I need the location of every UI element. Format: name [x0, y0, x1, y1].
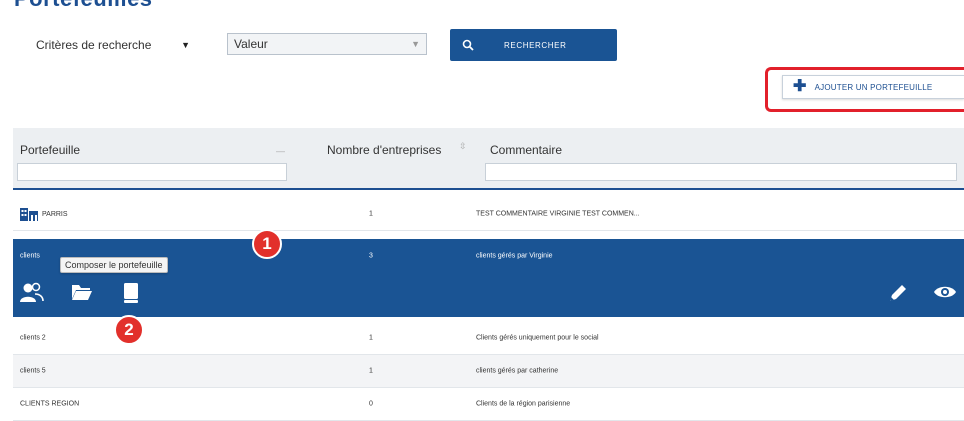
row-comment: clients gérés par catherine: [476, 367, 559, 375]
header-divider: [13, 188, 964, 190]
page-title: Portefeuilles: [14, 0, 153, 12]
table-row[interactable]: PARRIS 1 TEST COMMENTAIRE VIRGINIE TEST …: [13, 198, 964, 231]
sort-icon[interactable]: —: [276, 146, 285, 156]
row-count: 0: [369, 400, 373, 408]
row-count: 1: [369, 210, 373, 218]
row-count: 1: [369, 367, 373, 375]
folder-icon[interactable]: [71, 282, 93, 302]
step-marker-1: 1: [252, 229, 282, 259]
tooltip: Composer le portefeuille: [60, 257, 168, 273]
add-portfolio-button[interactable]: ✚ AJOUTER UN PORTEFEUILLE: [782, 75, 964, 99]
search-criteria-select[interactable]: Critères de recherche ▼: [36, 34, 194, 56]
column-header-portefeuille[interactable]: Portefeuille: [20, 143, 80, 157]
row-name: clients 5: [20, 367, 46, 375]
filter-commentaire-input[interactable]: [485, 163, 957, 181]
table-row[interactable]: clients 2 1 Clients gérés uniquement pou…: [13, 322, 964, 355]
building-icon: [20, 208, 38, 221]
row-name: CLIENTS REGION: [20, 400, 80, 408]
row-actions-bar: [13, 272, 964, 317]
eye-icon[interactable]: [933, 284, 957, 300]
search-icon: [462, 39, 474, 51]
row-comment: Clients gérés uniquement pour le social: [476, 334, 599, 342]
search-button-label: RECHERCHER: [504, 40, 567, 50]
search-value-select[interactable]: Valeur ▼: [227, 33, 427, 55]
search-value-label: Valeur: [234, 37, 268, 51]
add-portfolio-label: AJOUTER UN PORTEFEUILLE: [814, 82, 933, 92]
row-comment: Clients de la région parisienne: [476, 400, 571, 408]
book-icon[interactable]: [122, 282, 140, 304]
filter-portefeuille-input[interactable]: [17, 163, 287, 181]
table-row[interactable]: clients 5 1 clients gérés par catherine: [13, 355, 964, 388]
row-name: PARRIS: [42, 210, 68, 218]
row-name: clients: [20, 252, 40, 259]
row-count: 1: [369, 334, 373, 342]
row-count: 3: [369, 252, 373, 259]
column-header-nombre[interactable]: Nombre d'entreprises: [327, 143, 441, 157]
row-comment: TEST COMMENTAIRE VIRGINIE TEST COMMEN...: [476, 210, 640, 218]
plus-icon: ✚: [793, 78, 807, 95]
sort-arrows-icon[interactable]: ⇳: [459, 141, 467, 152]
row-comment: clients gérés par Virginie: [476, 252, 553, 259]
caret-down-icon: ▼: [181, 40, 190, 50]
search-criteria-label: Critères de recherche: [36, 38, 152, 52]
users-icon[interactable]: [19, 282, 45, 304]
pencil-icon[interactable]: [888, 282, 908, 304]
column-header-commentaire[interactable]: Commentaire: [490, 143, 562, 157]
row-name: clients 2: [20, 334, 46, 342]
search-button[interactable]: RECHERCHER: [450, 29, 617, 61]
step-marker-2: 2: [114, 315, 144, 345]
table-row[interactable]: CLIENTS REGION 0 Clients de la région pa…: [13, 388, 964, 421]
caret-down-icon: ▼: [411, 39, 420, 49]
